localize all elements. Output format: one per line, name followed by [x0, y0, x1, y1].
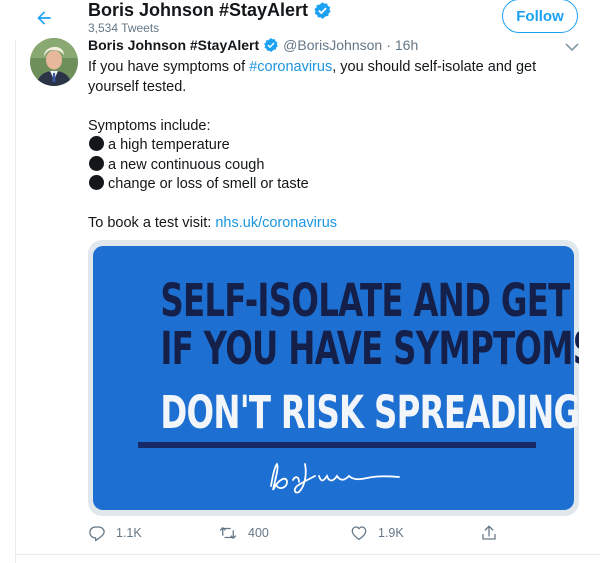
- reply-icon: [89, 526, 105, 542]
- retweet-icon: [219, 527, 237, 539]
- tweet-actions: 1.1K 400 1.9K: [88, 524, 508, 548]
- symptom-item: a new continuous cough: [88, 155, 568, 176]
- poster: SELF-ISOLATE AND GET TESTED IF YOU HAVE …: [93, 246, 579, 510]
- symptom-text: change or loss of smell or taste: [108, 176, 309, 192]
- chevron-down-icon: [565, 43, 579, 52]
- verified-badge-icon: [314, 1, 331, 19]
- symptoms-heading: Symptoms include:: [88, 117, 211, 134]
- header-titles: Boris Johnson #StayAlert 3,534 Tweets: [88, 0, 332, 35]
- separator-dot: ·: [386, 37, 391, 53]
- tweet-text: If you have symptoms of #coronavirus, yo…: [88, 58, 568, 234]
- text-segment: To book a test visit:: [88, 215, 216, 231]
- symptom-text: a new continuous cough: [108, 156, 265, 173]
- poster-subline: DON'T RISK SPREADING THE VIRUS: [160, 386, 579, 439]
- symptom-text: a high temperature: [108, 137, 230, 153]
- retweet-count: 400: [248, 526, 269, 540]
- like-button[interactable]: 1.9K: [350, 524, 404, 542]
- heart-icon: [351, 526, 367, 541]
- black-circle-icon: [89, 136, 104, 151]
- avatar[interactable]: [30, 38, 78, 86]
- reply-count: 1.1K: [116, 526, 142, 540]
- tweet-timestamp[interactable]: 16h: [395, 37, 418, 53]
- poster-headline-2: IF YOU HAVE SYMPTOMS: [160, 322, 579, 375]
- tweet-header: Boris Johnson #StayAlert @BorisJohnson ·…: [88, 37, 418, 53]
- author-handle[interactable]: @BorisJohnson: [283, 37, 382, 53]
- poster-headline-1: SELF-ISOLATE AND GET TESTED: [160, 274, 579, 327]
- symptom-item: change or loss of smell or taste: [88, 175, 568, 195]
- share-button[interactable]: [480, 524, 498, 542]
- back-button[interactable]: [30, 4, 58, 32]
- text-segment: , you should self-isolate and get: [332, 59, 537, 75]
- tweet-divider: [15, 554, 600, 555]
- follow-button[interactable]: Follow: [502, 0, 578, 33]
- nhs-link[interactable]: nhs.uk/coronavirus: [215, 215, 337, 231]
- share-icon: [482, 525, 496, 540]
- tweet-line-2: yourself tested.: [88, 78, 187, 95]
- timeline-divider: [15, 40, 16, 563]
- symptom-item: a high temperature: [88, 136, 568, 156]
- like-count: 1.9K: [378, 526, 404, 540]
- hashtag-link[interactable]: #coronavirus: [249, 59, 332, 75]
- verified-badge-icon: [264, 38, 279, 52]
- tweet-media-image[interactable]: SELF-ISOLATE AND GET TESTED IF YOU HAVE …: [88, 240, 579, 516]
- author-name[interactable]: Boris Johnson #StayAlert: [88, 37, 259, 53]
- arrow-left-icon: [37, 11, 51, 25]
- tweet-line-1: If you have symptoms of #coronavirus, yo…: [88, 58, 568, 78]
- text-segment: If you have symptoms of: [88, 59, 250, 75]
- header-title-text: Boris Johnson #StayAlert: [88, 0, 309, 20]
- profile-header: Boris Johnson #StayAlert 3,534 Tweets Fo…: [0, 0, 600, 40]
- booking-line: To book a test visit: nhs.uk/coronavirus: [88, 214, 568, 234]
- reply-button[interactable]: 1.1K: [88, 524, 142, 542]
- retweet-button[interactable]: 400: [218, 524, 269, 542]
- tweet-count: 3,534 Tweets: [88, 21, 160, 35]
- black-circle-icon: [89, 175, 104, 190]
- tweet-menu-button[interactable]: [564, 40, 580, 54]
- black-circle-icon: [89, 155, 104, 171]
- signature-icon: [270, 462, 400, 494]
- header-title: Boris Johnson #StayAlert: [88, 0, 332, 20]
- poster-divider: [138, 442, 536, 448]
